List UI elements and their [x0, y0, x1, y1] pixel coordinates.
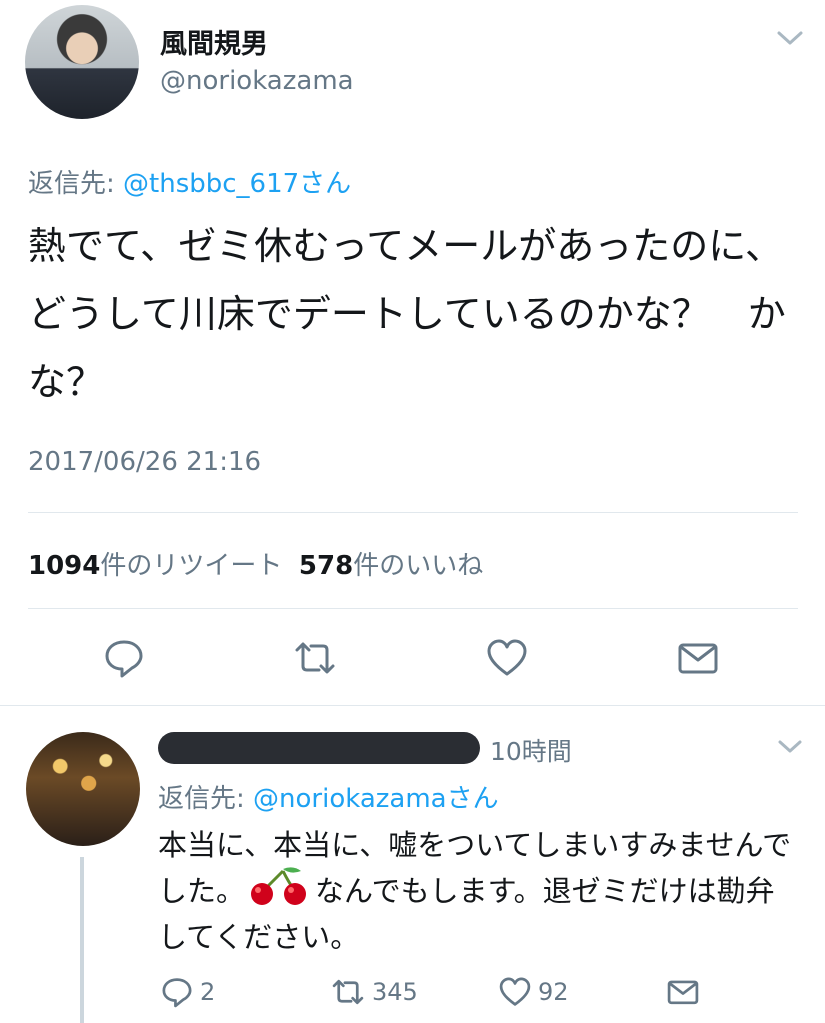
like-stat[interactable]: 578件のいいね — [299, 551, 483, 581]
section-divider — [0, 705, 825, 706]
reply-to-handle[interactable]: @thsbbc_617さん — [123, 169, 351, 199]
heart-icon — [499, 977, 531, 1006]
reply-reply-to-line: 返信先: @noriokazamaさん — [158, 778, 499, 815]
retweet-icon — [332, 979, 364, 1005]
retweet-icon[interactable] — [293, 636, 337, 680]
retweet-stat[interactable]: 1094件のリツイート — [28, 551, 282, 581]
reply-author-avatar[interactable] — [26, 732, 140, 846]
reply-like-count: 92 — [538, 978, 569, 1006]
author-name[interactable]: 風間規男 — [160, 22, 268, 61]
reply-like-action[interactable]: 92 — [498, 975, 569, 1009]
heart-icon[interactable] — [485, 636, 529, 680]
retweet-label: 件のリツイート — [100, 551, 283, 581]
reply-reply-count: 2 — [200, 978, 216, 1006]
like-count: 578 — [298, 551, 354, 581]
author-avatar[interactable] — [25, 5, 139, 119]
retweet-count: 1094 — [28, 551, 101, 581]
reply-retweet-action[interactable]: 345 — [330, 975, 418, 1009]
reply-text: 本当に、本当に、嘘をついてしまいすみませんでした。 なんでもします。退ゼミだけは勘… — [158, 822, 798, 960]
tweet-stats: 1094件のリツイート 578件のいいね — [28, 545, 483, 582]
author-handle[interactable]: @noriokazama — [160, 66, 354, 96]
reply-icon — [162, 978, 192, 1008]
envelope-icon[interactable] — [676, 636, 720, 680]
reply-time[interactable]: 10時間 — [490, 732, 572, 768]
cherries-emoji — [245, 867, 315, 907]
redacted-author-name — [158, 732, 480, 764]
reply-to-prefix: 返信先: — [28, 169, 124, 199]
chevron-down-icon[interactable] — [776, 738, 804, 756]
thread-line — [80, 857, 84, 1023]
tweet-timestamp[interactable]: 2017/06/26 21:16 — [28, 447, 261, 477]
reply-reply-to-handle[interactable]: @noriokazamaさん — [253, 784, 499, 814]
reply-to-line: 返信先: @thsbbc_617さん — [28, 163, 351, 200]
divider — [28, 512, 798, 513]
reply-reply-action[interactable]: 2 — [160, 975, 215, 1009]
envelope-icon[interactable] — [665, 975, 701, 1009]
reply-icon[interactable] — [102, 636, 146, 680]
like-label: 件のいいね — [353, 551, 484, 581]
reply-reply-to-prefix: 返信先: — [158, 784, 254, 814]
divider — [28, 608, 798, 609]
tweet-text: 熱でて、ゼミ休むってメールがあったのに、どうして川床でデートしているのかな？ か… — [28, 224, 786, 404]
reply-retweet-count: 345 — [372, 978, 418, 1006]
chevron-down-icon[interactable] — [775, 28, 805, 48]
